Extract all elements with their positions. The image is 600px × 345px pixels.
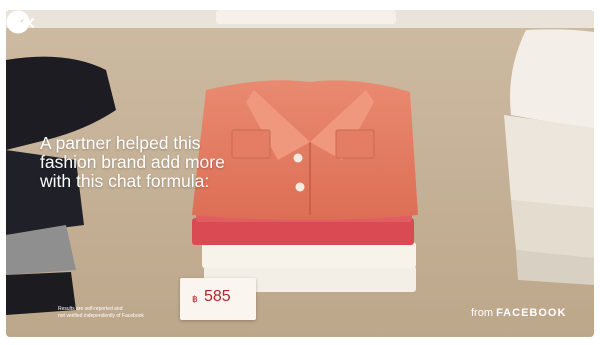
white-sweater-stack — [504, 29, 594, 285]
price-value: 585 — [204, 288, 231, 305]
facebook-wordmark: FACEBOOK — [496, 307, 567, 319]
speaker-muted-icon[interactable] — [6, 10, 40, 36]
headline-line-3: with this chat formula: — [40, 171, 210, 191]
disclaimer-line-1: Results are self-reported and — [58, 306, 123, 312]
disclaimer-line-2: not verified independently of Facebook — [58, 313, 144, 319]
from-prefix: from — [471, 307, 493, 319]
price-currency: ฿ — [192, 294, 198, 304]
headline-line-2: fashion brand add more — [40, 152, 225, 172]
headline: A partner helped this fashion brand add … — [40, 134, 270, 191]
disclaimer: Results are self-reported and not verifi… — [58, 306, 178, 320]
from-facebook-label: from FACEBOOK — [471, 307, 566, 319]
video-frame[interactable]: A partner helped this fashion brand add … — [6, 10, 594, 337]
headline-line-1: A partner helped this — [40, 133, 201, 153]
price-tag: ฿ 585 — [180, 278, 256, 320]
